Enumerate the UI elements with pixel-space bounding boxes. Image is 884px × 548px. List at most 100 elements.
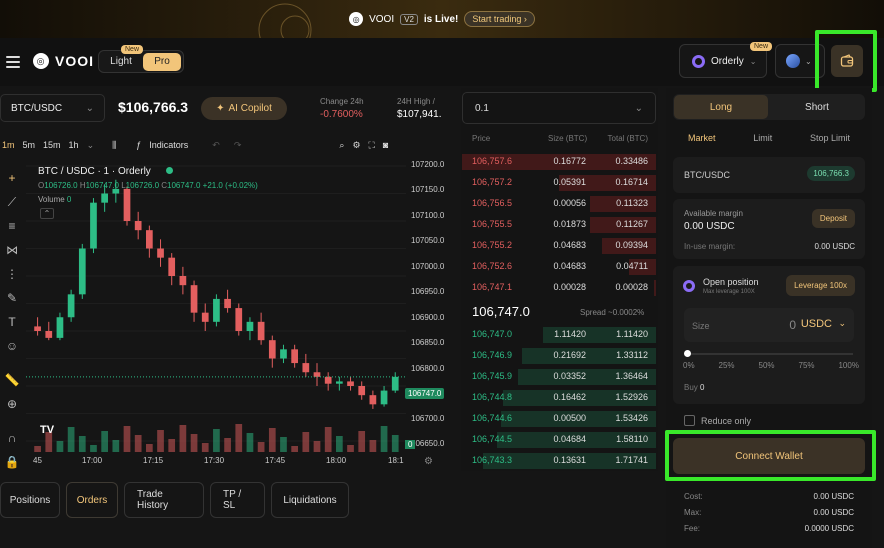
- size-unit[interactable]: USDC: [801, 318, 832, 330]
- pattern-icon[interactable]: ⋈: [4, 242, 20, 258]
- magnet-icon[interactable]: ∩: [4, 430, 20, 446]
- candle-body: [291, 349, 298, 364]
- volume-bar: [179, 425, 187, 452]
- x-axis-label: 18:1: [388, 456, 404, 465]
- short-button[interactable]: Short: [769, 94, 865, 120]
- volume-bar: [201, 443, 209, 452]
- ai-copilot-button[interactable]: ✦ AI Copilot: [201, 97, 287, 120]
- tab-liquidations[interactable]: Liquidations: [271, 482, 349, 518]
- tab-trade-history[interactable]: Trade History: [124, 482, 204, 518]
- candle-body: [146, 230, 153, 249]
- brush-icon[interactable]: ✎: [4, 290, 20, 306]
- candle-body: [123, 188, 131, 221]
- undo-icon[interactable]: ↶: [212, 140, 220, 151]
- ob-p: 106,743.3: [472, 455, 513, 465]
- bid-row[interactable]: 106,743.3 0.13631 1.71741: [462, 452, 656, 470]
- volume-bar: [246, 433, 254, 452]
- collapse-legend-button[interactable]: ⌃: [40, 208, 54, 219]
- change-24h-stat: Change 24h -0.7600%: [320, 97, 364, 120]
- inuse-margin-value: 0.00 USDC: [814, 242, 855, 251]
- volume-bar: [224, 438, 231, 452]
- tab-stop-limit[interactable]: Stop Limit: [810, 133, 850, 143]
- ob-s: 0.16462: [553, 392, 586, 402]
- market-open-indicator: [166, 167, 173, 174]
- bid-row[interactable]: 106,747.0 1.11420 1.11420: [462, 326, 656, 344]
- trendline-icon[interactable]: ⟋: [4, 194, 20, 210]
- tab-market[interactable]: Market: [688, 133, 716, 143]
- gear-icon[interactable]: ⚙: [352, 140, 360, 151]
- chart-settings-icon[interactable]: ⚙: [424, 456, 433, 467]
- interval-5m[interactable]: 5m: [23, 140, 36, 150]
- slider-thumb[interactable]: [684, 350, 691, 357]
- menu-icon[interactable]: [6, 56, 20, 68]
- bid-row[interactable]: 106,744.6 0.00500 1.53426: [462, 410, 656, 428]
- tab-limit[interactable]: Limit: [753, 133, 772, 143]
- brand-logo[interactable]: ◎ VOOI: [33, 53, 94, 69]
- mode-pro-button[interactable]: Pro: [143, 52, 181, 71]
- redo-icon[interactable]: ↷: [234, 140, 242, 151]
- ask-row[interactable]: 106,756.5 0.00056 0.11323: [462, 195, 656, 213]
- chart-toolbar: 1m 5m 15m 1h ⌄ ⫼ ƒ Indicators ↶ ↷ ⌕ ⚙ ⛶ …: [0, 134, 450, 156]
- interval-15m[interactable]: 15m: [43, 140, 61, 150]
- reduce-only-checkbox[interactable]: [684, 415, 695, 426]
- fullscreen-icon[interactable]: ⛶: [369, 140, 375, 151]
- ask-row[interactable]: 106,755.2 0.04683 0.09394: [462, 237, 656, 255]
- chart-title: BTC / USDC · 1 · Orderly: [38, 166, 151, 177]
- bid-row[interactable]: 106,746.9 0.21692 1.33112: [462, 347, 656, 365]
- interval-1h[interactable]: 1h: [69, 140, 79, 150]
- candle-body: [235, 308, 243, 331]
- bid-row[interactable]: 106,744.8 0.16462 1.52926: [462, 389, 656, 407]
- text-tool-icon[interactable]: T: [4, 314, 20, 330]
- zoom-icon[interactable]: ⌕: [339, 140, 344, 151]
- crosshair-icon[interactable]: +: [4, 170, 20, 186]
- ask-row[interactable]: 106,757.2 0.05391 0.16714: [462, 174, 656, 192]
- y-axis-label: 106800.0: [411, 364, 445, 373]
- size-slider[interactable]: [687, 353, 853, 355]
- tab-orders[interactable]: Orders: [66, 482, 118, 518]
- bid-row[interactable]: 106,745.9 0.03352 1.36464: [462, 368, 656, 386]
- candle-type-icon[interactable]: ⫼: [112, 140, 116, 151]
- ask-row[interactable]: 106,757.6 0.16772 0.33486: [462, 153, 656, 171]
- ob-s: 0.13631: [553, 455, 586, 465]
- last-price: $106,766.3: [118, 99, 189, 115]
- start-trading-button[interactable]: Start trading ›: [464, 11, 535, 27]
- ob-s: 0.00028: [553, 282, 586, 292]
- indicators-icon[interactable]: ƒ: [136, 140, 141, 150]
- long-button[interactable]: Long: [674, 95, 768, 119]
- y-axis-label: 107200.0: [411, 160, 445, 169]
- indicators-button[interactable]: Indicators: [149, 140, 188, 150]
- side-toggle: Long Short: [673, 94, 865, 120]
- volume-bar: [112, 440, 120, 452]
- lock-drawings-icon[interactable]: 🔒: [4, 454, 20, 470]
- tab-tp-sl[interactable]: TP / SL: [210, 482, 265, 518]
- chevron-down-icon[interactable]: ⌄: [838, 318, 846, 329]
- emoji-icon[interactable]: ☺: [4, 338, 20, 354]
- mode-light-button[interactable]: Light: [99, 56, 143, 67]
- depth-selector[interactable]: 0.1 ⌄: [462, 92, 656, 124]
- zoom-in-icon[interactable]: ⊕: [4, 396, 20, 412]
- interval-1m[interactable]: 1m: [2, 140, 15, 150]
- candlestick-chart[interactable]: [26, 156, 450, 466]
- tradingview-logo-icon[interactable]: TV: [40, 424, 62, 442]
- ask-row[interactable]: 106,755.5 0.01873 0.11267: [462, 216, 656, 234]
- tab-positions[interactable]: Positions: [0, 482, 60, 518]
- ob-t: 0.00028: [615, 282, 648, 292]
- horizontal-lines-icon[interactable]: ≡: [4, 218, 20, 234]
- brand-name: VOOI: [55, 53, 95, 69]
- leverage-button[interactable]: Leverage 100x: [786, 275, 855, 296]
- fee-row: Fee: 0.0000 USDC: [684, 524, 854, 533]
- pair-selector[interactable]: BTC/USDC ⌄: [0, 94, 105, 122]
- chevron-down-icon[interactable]: ⌄: [87, 140, 95, 151]
- ask-row[interactable]: 106,747.1 0.00028 0.00028: [462, 279, 656, 297]
- fib-icon[interactable]: ⋮: [4, 266, 20, 282]
- current-price-tag: 106747.0: [405, 388, 445, 399]
- deposit-button[interactable]: Deposit: [811, 209, 855, 228]
- camera-icon[interactable]: ◙: [383, 140, 388, 150]
- wallet-button[interactable]: [831, 45, 863, 77]
- ruler-icon[interactable]: 📏: [4, 372, 20, 388]
- ask-row[interactable]: 106,752.6 0.04683 0.04711: [462, 258, 656, 276]
- size-input[interactable]: Size 0 USDC ⌄: [684, 308, 854, 342]
- bid-row[interactable]: 106,744.5 0.04684 1.58110: [462, 431, 656, 449]
- volume-bar: [146, 444, 153, 452]
- drawing-tools: + ⟋ ≡ ⋈ ⋮ ✎ T ☺ 📏 ⊕ ∩ 🔒: [0, 166, 24, 471]
